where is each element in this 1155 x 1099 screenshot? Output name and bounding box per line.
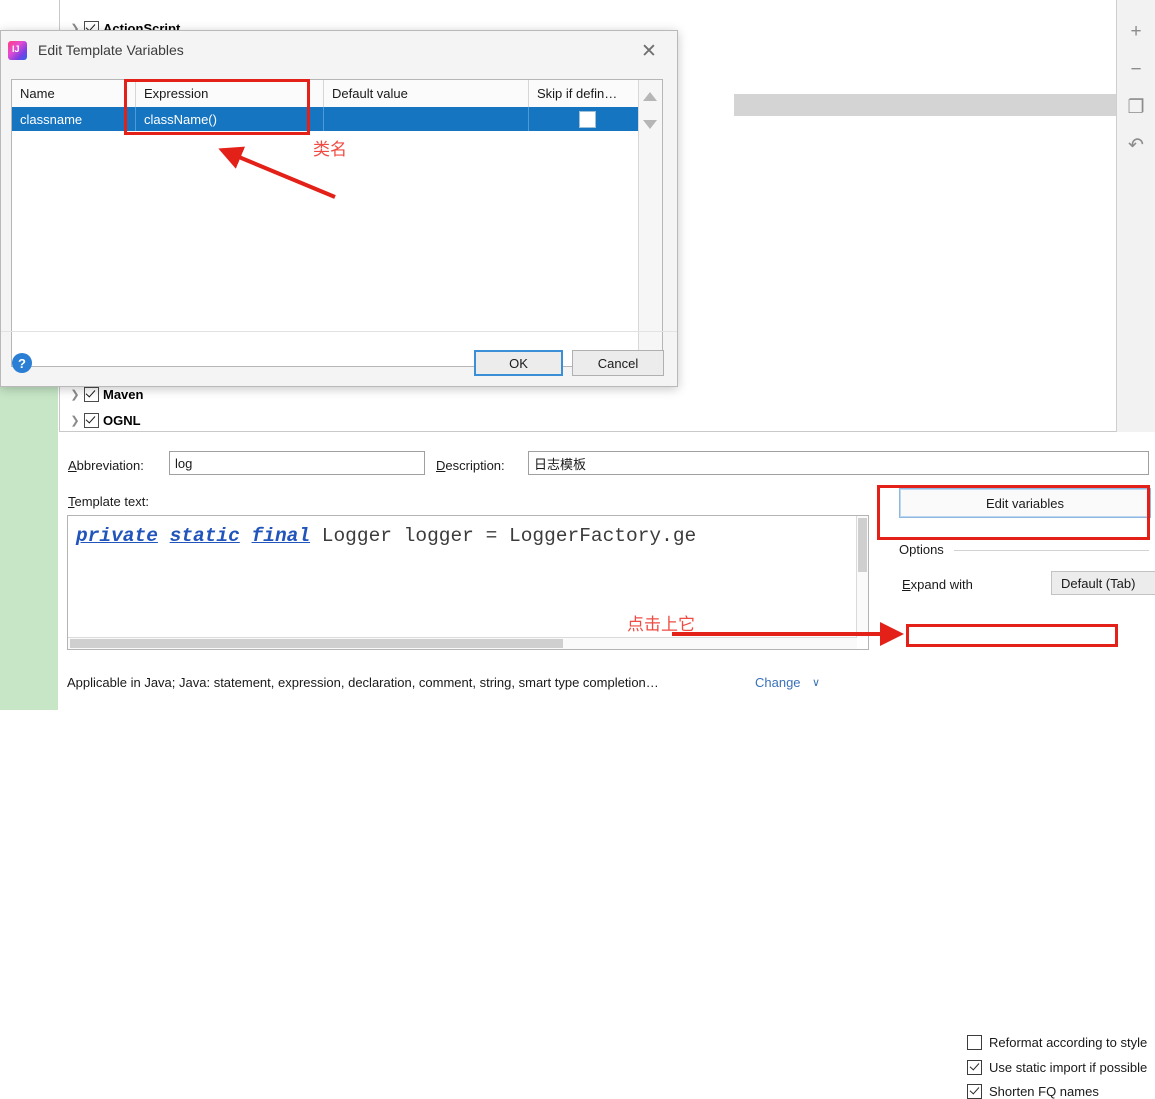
chevron-right-icon[interactable]: ❯ bbox=[60, 388, 84, 401]
skip-if-defined-checkbox[interactable] bbox=[578, 110, 596, 128]
template-text-label: Template text: bbox=[68, 494, 149, 509]
template-source-code: private static final Logger logger = Log… bbox=[76, 525, 696, 547]
description-input[interactable] bbox=[528, 451, 1149, 475]
keyword-private: private bbox=[76, 525, 158, 547]
cell-variable-name[interactable]: classname bbox=[12, 107, 136, 131]
options-group-divider bbox=[954, 550, 1149, 551]
tree-checkbox-maven[interactable] bbox=[84, 387, 99, 402]
checkbox-shorten-fq-names[interactable]: Shorten FQ names bbox=[967, 1084, 1099, 1099]
scroll-down-icon[interactable] bbox=[643, 120, 657, 129]
help-icon[interactable]: ? bbox=[12, 353, 32, 373]
scroll-up-icon[interactable] bbox=[643, 92, 657, 101]
close-icon[interactable]: ✕ bbox=[637, 39, 661, 63]
template-vertical-scrollbar[interactable] bbox=[856, 516, 868, 638]
edit-variables-button[interactable]: Edit variables bbox=[899, 488, 1151, 518]
tree-item-label: Maven bbox=[103, 387, 144, 402]
tree-item-ognl[interactable]: ❯ OGNL bbox=[60, 410, 1118, 431]
tree-selected-row-strip bbox=[734, 94, 1118, 116]
abbreviation-input[interactable] bbox=[169, 451, 425, 475]
cancel-button[interactable]: Cancel bbox=[572, 350, 664, 376]
template-code-rest: Logger logger = LoggerFactory.ge bbox=[310, 525, 697, 547]
tree-checkbox-ognl[interactable] bbox=[84, 413, 99, 428]
ok-button[interactable]: OK bbox=[474, 350, 563, 376]
revert-icon[interactable]: ↶ bbox=[1122, 130, 1150, 160]
tree-toolbar: + − ❐ ↶ bbox=[1116, 0, 1155, 448]
chevron-down-icon: ∨ bbox=[812, 677, 821, 689]
checkbox-box[interactable] bbox=[967, 1035, 982, 1050]
tree-item-maven[interactable]: ❯ Maven bbox=[60, 384, 1118, 405]
abbreviation-label: Abbreviation: bbox=[68, 458, 144, 473]
checkbox-box[interactable] bbox=[967, 1084, 982, 1099]
intellij-idea-icon bbox=[8, 41, 27, 60]
applicable-context-text: Applicable in Java; Java: statement, exp… bbox=[67, 675, 659, 690]
tree-item-label: OGNL bbox=[103, 413, 141, 428]
ok-button-label: OK bbox=[509, 355, 528, 371]
table-header-row: Name Expression Default value Skip if de… bbox=[12, 80, 662, 108]
checkbox-label: Reformat according to style bbox=[989, 1035, 1148, 1050]
options-group-label: Options bbox=[899, 542, 950, 557]
edit-template-variables-dialog: Edit Template Variables ✕ Name Expressio… bbox=[0, 30, 678, 387]
dialog-footer-divider bbox=[1, 331, 677, 332]
template-text-editor[interactable]: private static final Logger logger = Log… bbox=[67, 515, 869, 650]
column-header-name[interactable]: Name bbox=[12, 80, 136, 107]
copy-icon[interactable]: ❐ bbox=[1122, 92, 1150, 122]
template-horizontal-scrollbar[interactable] bbox=[68, 637, 857, 649]
edit-variables-label: Edit variables bbox=[985, 495, 1065, 511]
add-icon[interactable]: + bbox=[1122, 16, 1150, 46]
checkbox-box[interactable] bbox=[967, 1060, 982, 1075]
column-header-default-value[interactable]: Default value bbox=[324, 80, 529, 107]
keyword-final: final bbox=[251, 525, 311, 547]
description-label: Description: bbox=[436, 458, 505, 473]
dialog-titlebar: Edit Template Variables ✕ bbox=[1, 31, 677, 69]
left-green-strip bbox=[0, 383, 58, 710]
template-editor-form: Abbreviation: Description: Template text… bbox=[59, 432, 1155, 1099]
remove-icon[interactable]: − bbox=[1122, 54, 1150, 84]
scrollbar-thumb[interactable] bbox=[70, 639, 563, 648]
checkbox-label: Shorten FQ names bbox=[989, 1084, 1099, 1099]
expand-with-value: Default (Tab) bbox=[1061, 575, 1136, 591]
cell-expression[interactable]: className() bbox=[136, 107, 324, 131]
checkbox-reformat-according-to-style[interactable]: Reformat according to style bbox=[967, 1035, 1147, 1050]
keyword-static: static bbox=[169, 525, 240, 547]
template-variables-table[interactable]: Name Expression Default value Skip if de… bbox=[11, 79, 663, 367]
dialog-title: Edit Template Variables bbox=[38, 42, 184, 58]
cell-default-value[interactable] bbox=[324, 107, 529, 131]
table-vertical-scrollbar[interactable] bbox=[638, 80, 662, 366]
scrollbar-thumb[interactable] bbox=[858, 518, 867, 572]
column-header-expression[interactable]: Expression bbox=[136, 80, 324, 107]
expand-with-select[interactable]: Default (Tab) ∨ bbox=[1051, 571, 1155, 595]
cell-skip-if-defined[interactable] bbox=[529, 107, 645, 131]
cancel-button-label: Cancel bbox=[597, 355, 639, 371]
column-header-skip-if-defined[interactable]: Skip if defin… bbox=[529, 80, 645, 107]
expand-with-label: Expand with bbox=[902, 577, 973, 592]
table-row[interactable]: classname className() bbox=[12, 107, 662, 131]
change-context-link[interactable]: Change bbox=[755, 675, 801, 690]
checkbox-use-static-import-if-possible[interactable]: Use static import if possible bbox=[967, 1060, 1147, 1075]
checkbox-label: Use static import if possible bbox=[989, 1060, 1148, 1075]
chevron-right-icon[interactable]: ❯ bbox=[60, 414, 84, 427]
